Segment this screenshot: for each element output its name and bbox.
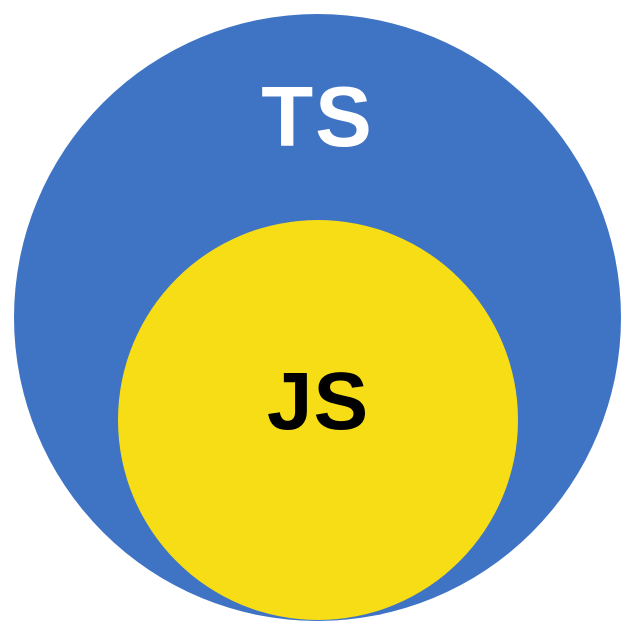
outer-set-label: TS bbox=[261, 69, 374, 167]
inner-set-label: JS bbox=[267, 355, 369, 449]
inner-set-circle: JS bbox=[118, 220, 518, 620]
